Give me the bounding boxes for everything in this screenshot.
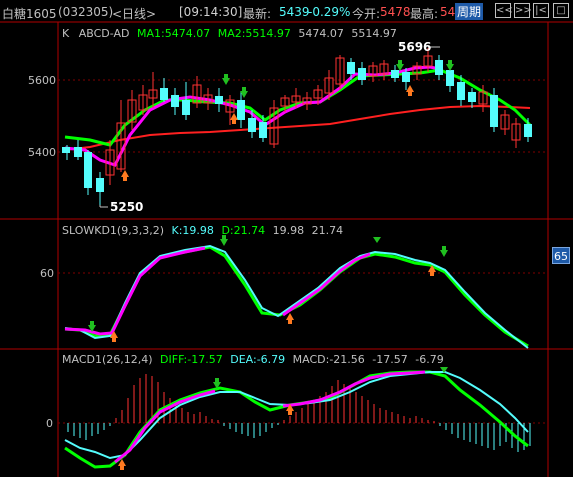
candle — [182, 100, 190, 115]
arrow-up-icon — [121, 170, 129, 181]
kd-panel-title: SLOWKD1(9,3,3,2) K:19.98 D:21.74 19.98 2… — [62, 224, 343, 237]
candle — [259, 122, 267, 138]
macd-dea-value: DEA:-6.79 — [230, 353, 286, 366]
candle — [160, 88, 168, 100]
candle — [358, 68, 366, 80]
candle — [446, 70, 454, 86]
kd-k-magenta — [64, 246, 206, 336]
y-tick-5600: 5600 — [28, 74, 56, 87]
arrow-up-icon — [230, 113, 238, 124]
macd-panel-title: MACD1(26,12,4) DIFF:-17.57 DEA:-6.79 MAC… — [62, 353, 444, 366]
candle — [62, 147, 70, 153]
main-panel-title: K ABCD-AD MA1:5474.07 MA2:5514.97 5474.0… — [62, 27, 397, 40]
candle — [74, 147, 82, 157]
kd-value-2: 21.74 — [311, 224, 344, 237]
kd-d-value: D:21.74 — [221, 224, 266, 237]
candle — [96, 178, 104, 192]
kd-k-magenta-2 — [282, 252, 371, 317]
macd-value-1: -17.57 — [372, 353, 408, 366]
arrow-up-icon — [286, 313, 294, 324]
candle — [171, 95, 179, 107]
macd-value: MACD:-21.56 — [292, 353, 365, 366]
candle — [347, 62, 355, 74]
macd-diff-magenta — [114, 389, 216, 464]
chart-canvas: 5600 5400 60 0 5696 5250 — [0, 21, 573, 477]
arrow-down-icon — [446, 60, 454, 71]
low-annotation: 5250 — [110, 200, 143, 214]
candle — [84, 152, 92, 188]
candle — [402, 72, 410, 82]
candle — [391, 70, 399, 78]
kd-value-1: 19.98 — [272, 224, 305, 237]
candle — [237, 100, 245, 120]
kd-d-line — [64, 245, 529, 348]
kd-k-value: K:19.98 — [171, 224, 214, 237]
ma2-value: MA2:5514.97 — [217, 27, 291, 40]
ma1-value: MA1:5474.07 — [136, 27, 211, 40]
candle — [215, 96, 223, 104]
kd-k-line — [64, 244, 529, 349]
candle — [435, 60, 443, 75]
main-value-2: 5514.97 — [351, 27, 397, 40]
kd-indicator-name: SLOWKD1(9,3,3,2) — [62, 224, 165, 237]
y-tick-60: 60 — [40, 267, 54, 280]
arrow-down-icon — [373, 237, 381, 243]
candle — [468, 92, 476, 102]
macd-indicator-name: MACD1(26,12,4) — [62, 353, 153, 366]
main-value-1: 5474.07 — [298, 27, 344, 40]
arrow-down-icon — [440, 246, 448, 257]
k-label: K — [62, 27, 70, 40]
macd-diff-value: DIFF:-17.57 — [160, 353, 223, 366]
arrow-down-icon — [396, 60, 404, 71]
kd-scale-badge[interactable]: 65 — [552, 247, 570, 264]
high-annotation: 5696 — [398, 40, 431, 54]
macd-value-2: -6.79 — [415, 353, 444, 366]
arrow-up-icon — [406, 85, 414, 96]
candle — [490, 95, 498, 127]
arrow-down-icon — [222, 74, 230, 85]
indicator-name: ABCD-AD — [78, 27, 130, 40]
y-tick-0: 0 — [46, 417, 53, 430]
candle — [524, 124, 532, 137]
candle — [248, 118, 256, 132]
candle — [457, 82, 465, 100]
y-tick-5400: 5400 — [28, 146, 56, 159]
